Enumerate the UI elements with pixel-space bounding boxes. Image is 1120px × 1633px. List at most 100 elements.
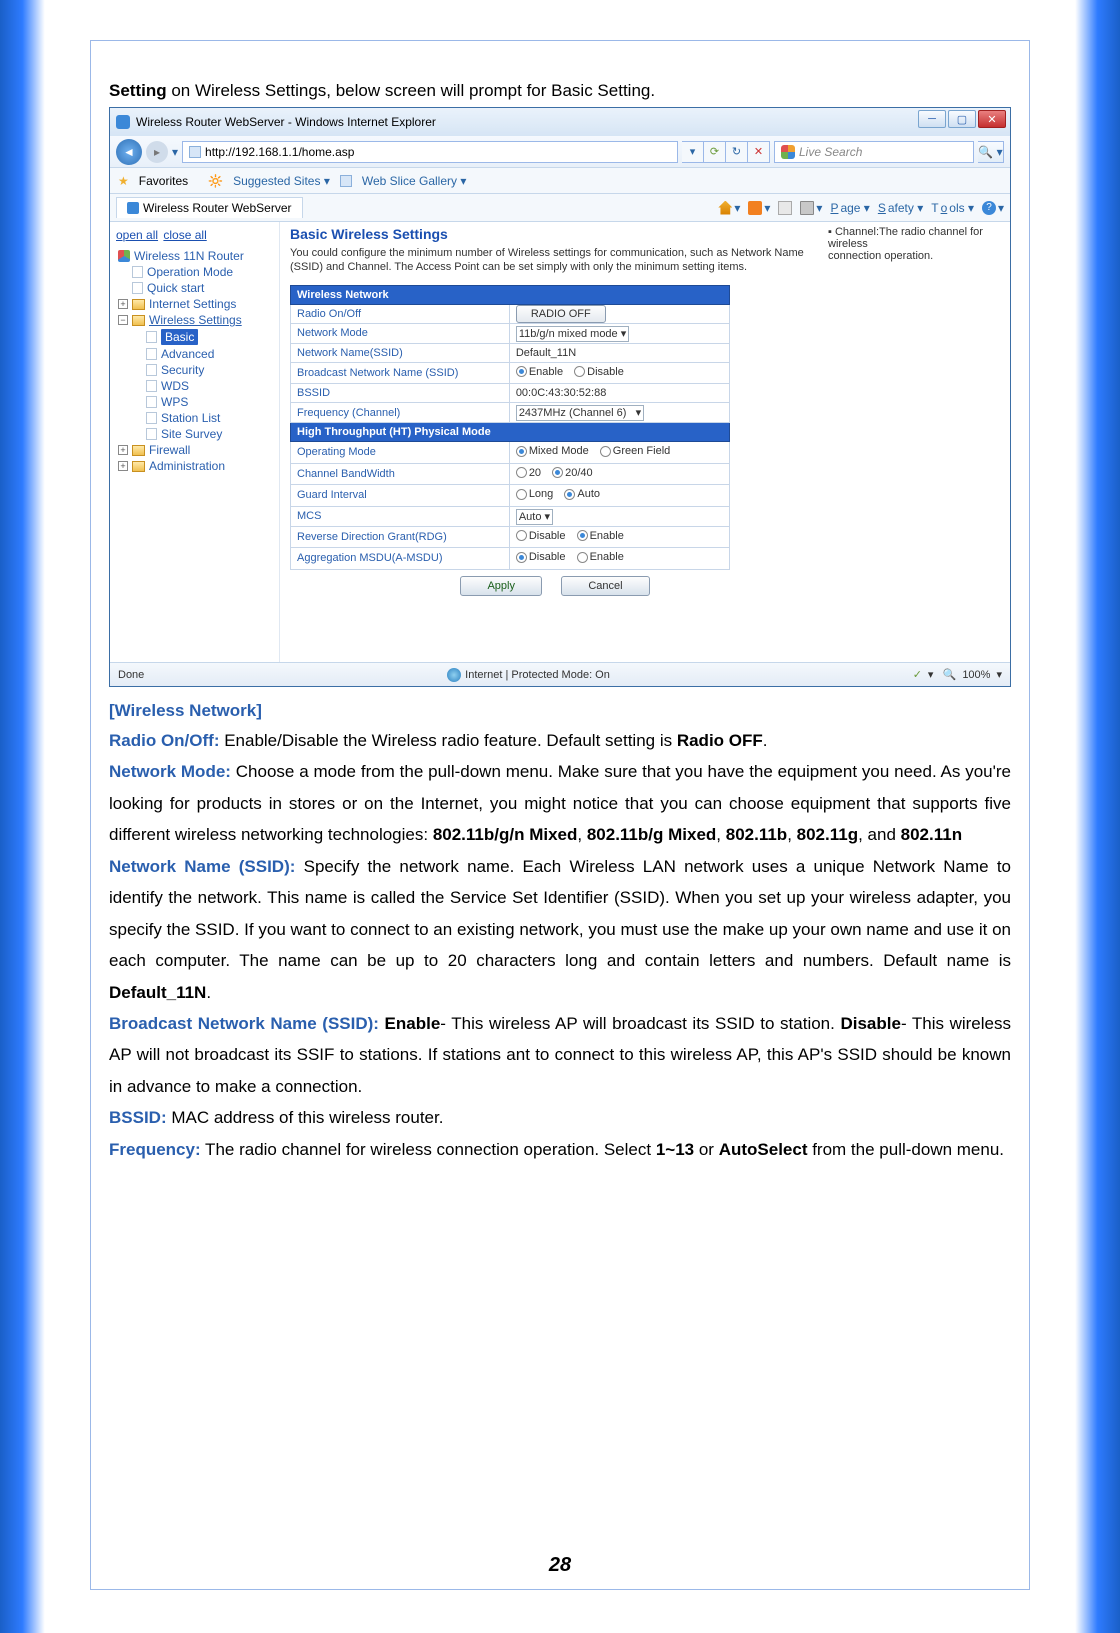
page-number: 28 [91,1554,1029,1577]
row-label: Channel BandWidth [291,463,510,485]
tree-item-security[interactable]: Security [144,362,273,378]
web-slice-gallery-link[interactable]: Web Slice Gallery ▾ [362,174,467,188]
rss-icon [748,201,762,215]
tab-title: Wireless Router WebServer [143,201,292,215]
broadcast-disable-radio[interactable]: Disable [574,366,624,378]
safety-menu[interactable]: SSafetyafety ▾ [878,201,923,215]
forward-button[interactable]: ▸ [146,141,168,163]
rdg-enable-radio[interactable]: Enable [577,530,624,542]
gi-long-radio[interactable]: Long [516,488,553,500]
feeds-button[interactable]: ▾ [748,201,770,215]
protected-mode-icon: ✓ [913,668,922,681]
tree-item-internet-settings[interactable]: +Internet Settings [116,296,273,312]
address-bar[interactable]: http://192.168.1.1/home.asp [182,141,678,163]
tree-item-administration[interactable]: +Administration [116,458,273,474]
minimize-button[interactable]: ─ [918,110,946,128]
msdu-disable-radio[interactable]: Disable [516,551,566,563]
favorites-label: Favorites [139,174,188,188]
page-icon [146,428,157,440]
page-icon [146,331,157,343]
frequency-select[interactable]: 2437MHz (Channel 6) ▾ [516,405,644,421]
page-icon [146,364,157,376]
tree-item-basic[interactable]: Basic [144,328,273,346]
apply-button[interactable]: Apply [460,576,542,596]
page-icon [132,282,143,294]
print-icon [800,201,814,215]
tree-item-station-list[interactable]: Station List [144,410,273,426]
close-button[interactable]: ✕ [978,110,1006,128]
row-label: Reverse Direction Grant(RDG) [291,526,510,548]
chevron-down-icon[interactable]: ▾ [172,145,178,159]
network-mode-select[interactable]: 11b/g/n mixed mode ▾ [516,326,629,342]
tree-root[interactable]: Wireless 11N Router [116,248,273,264]
live-search-icon [781,145,795,159]
zoom-controls[interactable]: ✓ ▾ 🔍 100% ▾ [913,668,1002,681]
open-all-link[interactable]: open all [116,228,158,242]
page-menu[interactable]: PPageage ▾ [830,201,869,215]
doc-bssid: BSSID: MAC address of this wireless rout… [109,1102,1011,1133]
tools-menu[interactable]: ToToolsols ▾ [931,201,974,215]
refresh-button[interactable]: ↻ [726,141,748,163]
help-panel: Channel:The radio channel for wireless c… [820,226,1000,652]
nav-bar: ◄ ▸ ▾ http://192.168.1.1/home.asp ▾ ⟳ ↻ … [110,136,1010,168]
bw-2040-radio[interactable]: 20/40 [552,467,593,479]
search-button[interactable]: 🔍 ▾ [978,141,1004,163]
page-icon [146,412,157,424]
tree-item-advanced[interactable]: Advanced [144,346,273,362]
opmode-green-radio[interactable]: Green Field [600,445,670,457]
row-label: Frequency (Channel) [291,403,510,423]
collapse-icon[interactable]: − [118,315,128,325]
help-button[interactable]: ?▾ [982,201,1004,215]
tree-item-operation-mode[interactable]: Operation Mode [130,264,273,280]
tab-icon [127,202,139,214]
favorites-star-icon[interactable]: ★ [118,174,129,188]
globe-icon [447,668,461,682]
close-all-link[interactable]: close all [163,228,206,242]
back-button[interactable]: ◄ [116,139,142,165]
row-label: Network Name(SSID) [291,343,510,362]
tree-item-wireless-settings[interactable]: −Wireless Settings [116,312,273,328]
home-button[interactable]: ▾ [718,201,740,215]
home-icon [718,201,732,215]
broadcast-enable-radio[interactable]: Enable [516,366,563,378]
help-icon: ? [982,201,996,215]
expand-icon[interactable]: + [118,299,128,309]
browser-tab[interactable]: Wireless Router WebServer [116,197,303,218]
help-text: Channel:The radio channel for wireless [828,226,1000,250]
msdu-enable-radio[interactable]: Enable [577,551,624,563]
maximize-button[interactable]: ▢ [948,110,976,128]
rdg-disable-radio[interactable]: Disable [516,530,566,542]
opmode-mixed-radio[interactable]: Mixed Mode [516,445,589,457]
doc-broadcast: Broadcast Network Name (SSID): Enable- T… [109,1008,1011,1102]
mail-icon [778,201,792,215]
search-box[interactable]: Live Search [774,141,974,163]
tree-item-quick-start[interactable]: Quick start [130,280,273,296]
tree-item-wds[interactable]: WDS [144,378,273,394]
page-icon [146,348,157,360]
url-dropdown[interactable]: ▾ [682,141,704,163]
stop-button[interactable]: ✕ [748,141,770,163]
expand-icon[interactable]: + [118,445,128,455]
folder-icon [132,315,145,326]
compat-icon[interactable]: ⟳ [704,141,726,163]
doc-mode: Network Mode: Choose a mode from the pul… [109,756,1011,850]
tree-item-firewall[interactable]: +Firewall [116,442,273,458]
bw-20-radio[interactable]: 20 [516,467,541,479]
ssid-input[interactable]: Default_11N [516,347,576,359]
row-label: BSSID [291,384,510,403]
bssid-value: 00:0C:43:30:52:88 [509,384,729,403]
print-button[interactable]: ▾ [800,201,822,215]
tree-item-wps[interactable]: WPS [144,394,273,410]
expand-icon[interactable]: + [118,461,128,471]
mcs-select[interactable]: Auto ▾ [516,509,553,525]
page-icon [132,266,143,278]
row-label: Network Mode [291,323,510,343]
folder-icon [132,445,145,456]
cancel-button[interactable]: Cancel [561,576,649,596]
tree-item-site-survey[interactable]: Site Survey [144,426,273,442]
radio-off-button[interactable]: RADIO OFF [516,305,606,323]
gi-auto-radio[interactable]: Auto [564,488,600,500]
read-mail-button[interactable] [778,201,792,215]
suggested-sites-link[interactable]: Suggested Sites ▾ [233,174,330,188]
intro-line: Setting on Wireless Settings, below scre… [109,81,1011,101]
